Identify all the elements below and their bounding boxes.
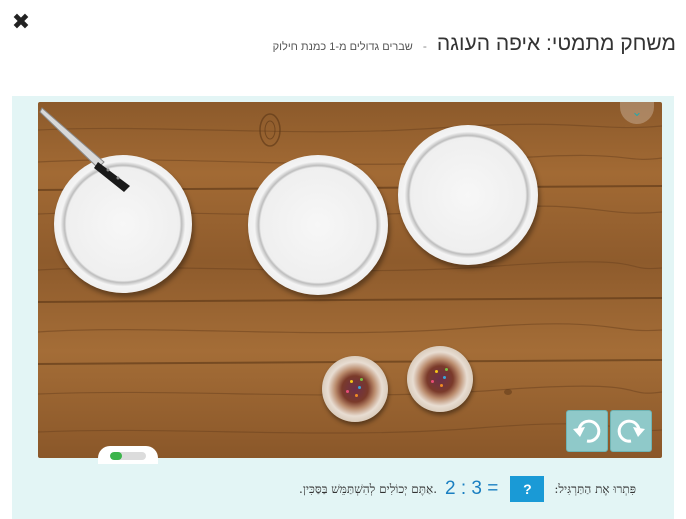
page-header: משחק מתמטי: איפה העוגה - שברים גדולים מ-…	[273, 32, 676, 56]
wooden-table: ⌄	[38, 102, 662, 458]
cake-1[interactable]	[322, 356, 388, 422]
close-icon: ✖	[11, 10, 31, 35]
undo-icon	[573, 419, 601, 443]
page-subtitle: שברים גדולים מ-1 כמנת חילוק	[272, 41, 413, 53]
plate-3[interactable]	[398, 125, 538, 265]
progress-fill	[110, 452, 122, 460]
exercise-footer: פִּתְרוּ אֶת הַתַּרְגִּיל: ? 2 : 3 = .אַ…	[299, 476, 636, 502]
chevron-down-icon: ⌄	[631, 105, 643, 120]
undo-button[interactable]	[566, 410, 608, 452]
equation: 2 : 3 =	[445, 478, 499, 499]
instruction-label: פִּתְרוּ אֶת הַתַּרְגִּיל:	[554, 481, 636, 496]
answer-input[interactable]: ?	[510, 476, 545, 502]
plate-2[interactable]	[248, 155, 388, 295]
page-title: משחק מתמטי: איפה העוגה	[436, 32, 676, 55]
knife-icon[interactable]	[38, 102, 138, 192]
progress-bar	[110, 452, 146, 460]
redo-button[interactable]	[610, 410, 652, 452]
cake-2[interactable]	[407, 346, 473, 412]
progress-indicator	[98, 446, 158, 464]
hint-text: .אַתֶּם יְכוֹלִים לְהִשְׁתַּמֵּשׁ בַּסַּ…	[299, 481, 438, 496]
game-stage: ⌄ פִּתְרוּ אֶת הַתַּרְגִּיל: ? 2 : 3 = .…	[12, 96, 674, 519]
redo-icon	[617, 419, 645, 443]
close-button[interactable]: ✖	[10, 12, 32, 34]
title-separator: -	[422, 39, 427, 53]
